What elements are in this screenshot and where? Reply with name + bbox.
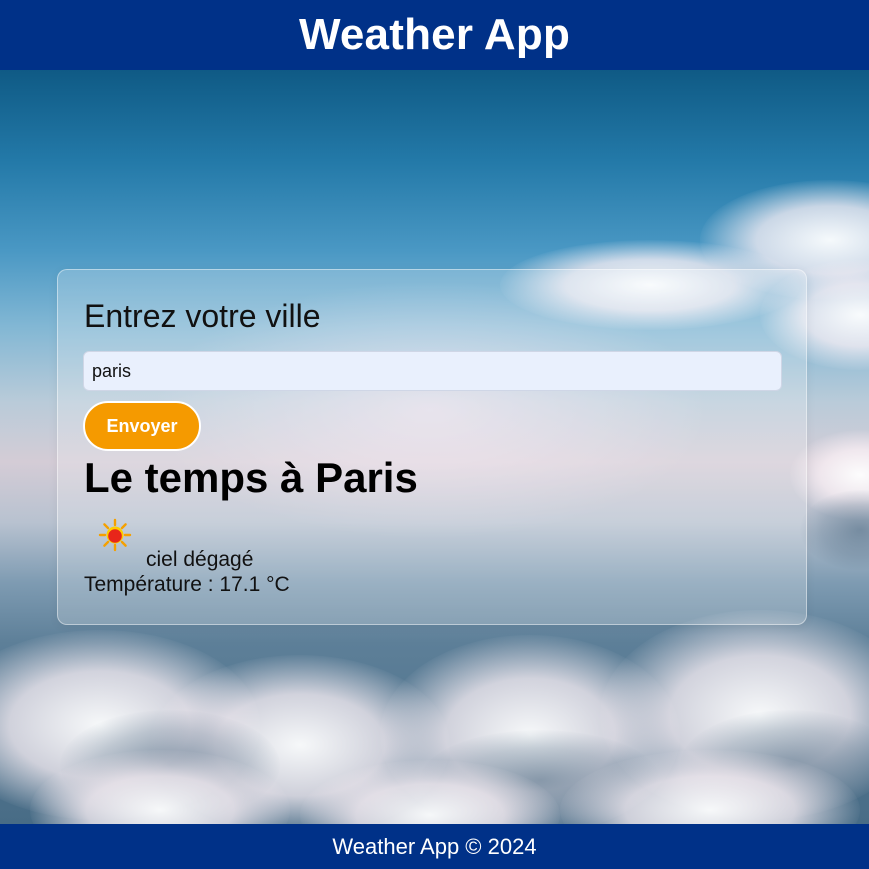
weather-title: Le temps à Paris [84,454,418,501]
city-input[interactable] [83,351,782,391]
weather-description: ciel dégagé [146,548,254,571]
city-prompt-heading: Entrez votre ville [84,298,321,334]
app-title: Weather App [298,10,571,59]
footer-copyright: Weather App © 2024 [332,833,537,859]
temperature-reading: Température : 17.1 °C [84,573,290,596]
submit-button[interactable]: Envoyer [83,401,201,451]
app-footer: Weather App © 2024 [0,824,869,869]
app-header: Weather App [0,0,869,70]
weather-card: Entrez votre ville Envoyer Le temps à Pa… [57,269,807,625]
sun-icon [98,518,132,552]
